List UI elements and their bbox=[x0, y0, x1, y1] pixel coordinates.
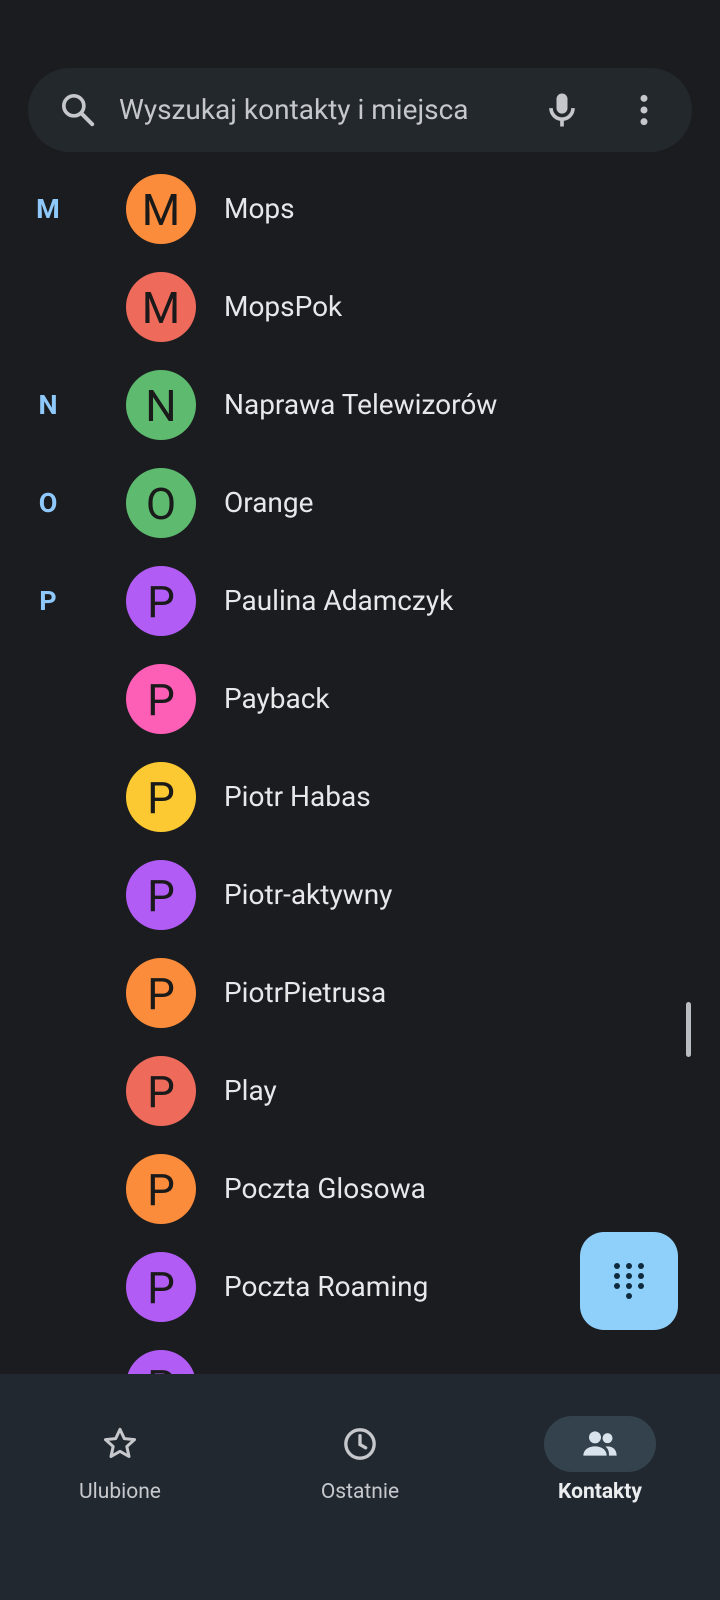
section-letter: N bbox=[38, 389, 58, 421]
nav-tab-recents[interactable]: Ostatnie bbox=[240, 1396, 480, 1516]
nav-label: Ulubione bbox=[79, 1480, 161, 1504]
contact-name: Poczta Roaming bbox=[224, 1270, 429, 1303]
contact-name: Poczta Glosowa bbox=[224, 1172, 426, 1205]
contact-name: MopsPok bbox=[224, 290, 343, 323]
contact-name: PiotrPietrusa bbox=[224, 976, 387, 1009]
section-letter: O bbox=[38, 487, 58, 519]
section-letter: M bbox=[36, 193, 60, 225]
contact-avatar[interactable]: P bbox=[126, 1252, 196, 1322]
contact-name: Orange bbox=[224, 486, 314, 519]
star-icon bbox=[104, 1427, 136, 1458]
contact-name: Piotr-aktywny bbox=[224, 878, 393, 911]
dialpad-button[interactable] bbox=[580, 1232, 678, 1330]
contacts-list[interactable]: M M Mops M MopsPok N N Naprawa Telewizorów O O Ora… bbox=[0, 160, 720, 1374]
contact-avatar[interactable]: O bbox=[126, 468, 196, 538]
contact-row[interactable]: P P Paulina Adamczyk bbox=[0, 552, 720, 650]
contact-name: Paulina Adamczyk bbox=[224, 584, 454, 617]
contact-avatar[interactable]: P bbox=[126, 860, 196, 930]
people-icon bbox=[583, 1431, 617, 1456]
contact-name: Naprawa Telewizorów bbox=[224, 388, 498, 421]
contact-row[interactable]: P bbox=[0, 1336, 720, 1374]
contact-row[interactable]: P Play bbox=[0, 1042, 720, 1140]
contact-name: Piotr Habas bbox=[224, 780, 371, 813]
contact-name: Mops bbox=[224, 192, 295, 225]
search-input[interactable]: Wyszukaj kontakty i miejsca bbox=[119, 68, 469, 152]
contact-row[interactable]: P Payback bbox=[0, 650, 720, 748]
nav-tab-contacts[interactable]: Kontakty bbox=[480, 1396, 720, 1516]
contact-row[interactable]: P Poczta Glosowa bbox=[0, 1140, 720, 1238]
section-letter: P bbox=[39, 585, 57, 617]
nav-label: Ostatnie bbox=[320, 1480, 400, 1504]
clock-icon bbox=[344, 1428, 376, 1460]
mic-icon[interactable] bbox=[540, 88, 584, 132]
search-bar[interactable]: Wyszukaj kontakty i miejsca bbox=[28, 68, 692, 152]
search-icon[interactable] bbox=[58, 90, 98, 130]
contact-row[interactable]: P PiotrPietrusa bbox=[0, 944, 720, 1042]
contact-row[interactable]: P Piotr-aktywny bbox=[0, 846, 720, 944]
contact-name: Play bbox=[224, 1074, 277, 1107]
contact-row[interactable]: P Piotr Habas bbox=[0, 748, 720, 846]
bottom-navigation: Ulubione Ostatnie Kontakty bbox=[0, 1374, 720, 1600]
contact-avatar[interactable]: M bbox=[126, 174, 196, 244]
contact-avatar[interactable]: P bbox=[126, 1154, 196, 1224]
contact-avatar[interactable]: N bbox=[126, 370, 196, 440]
nav-label: Kontakty bbox=[558, 1480, 642, 1504]
dialpad-icon bbox=[614, 1263, 644, 1299]
contact-avatar[interactable]: M bbox=[126, 272, 196, 342]
contact-avatar[interactable]: P bbox=[126, 958, 196, 1028]
contact-avatar[interactable]: P bbox=[126, 1350, 196, 1374]
contact-avatar[interactable]: P bbox=[126, 566, 196, 636]
nav-tab-favorites[interactable]: Ulubione bbox=[0, 1396, 240, 1516]
contact-avatar[interactable]: P bbox=[126, 762, 196, 832]
contact-avatar[interactable]: P bbox=[126, 1056, 196, 1126]
more-vert-icon[interactable] bbox=[624, 90, 664, 130]
contact-row[interactable]: O O Orange bbox=[0, 454, 720, 552]
contact-row[interactable]: M M Mops bbox=[0, 160, 720, 258]
contact-name: Payback bbox=[224, 682, 330, 715]
scrollbar-thumb[interactable] bbox=[686, 1002, 691, 1057]
contact-row[interactable]: M MopsPok bbox=[0, 258, 720, 356]
contact-avatar[interactable]: P bbox=[126, 664, 196, 734]
contact-row[interactable]: N N Naprawa Telewizorów bbox=[0, 356, 720, 454]
